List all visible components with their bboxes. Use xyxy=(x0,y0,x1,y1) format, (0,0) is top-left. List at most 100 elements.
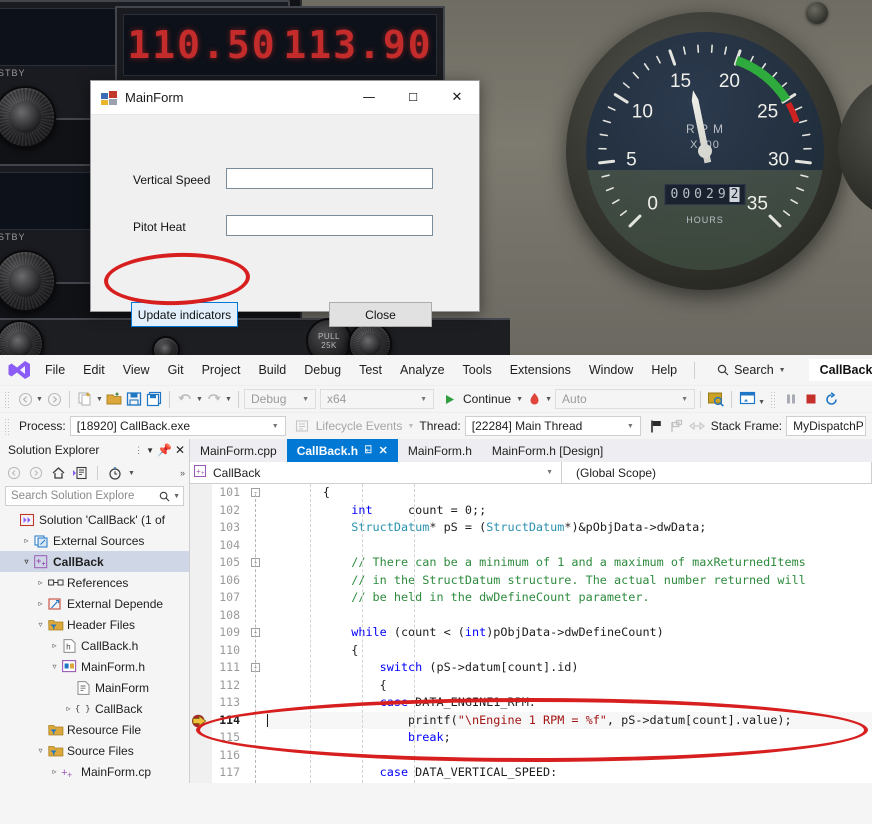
process-combo[interactable]: [18920] CallBack.exe ▼ xyxy=(70,416,286,436)
search-box[interactable]: Search ▼ xyxy=(710,360,793,380)
code-text-area[interactable]: 1011021031041051061071081091101111121131… xyxy=(190,484,872,783)
solution-explorer-tree[interactable]: Solution 'CallBack' (1 of▹External Sourc… xyxy=(0,509,189,782)
tree-twisty-icon[interactable]: ▹ xyxy=(62,704,75,713)
chevron-down-icon[interactable]: ▼ xyxy=(146,446,154,455)
editor-tab-mainform-h[interactable]: MainForm.h xyxy=(398,439,482,462)
tree-item[interactable]: Resource File xyxy=(0,719,189,740)
tree-twisty-icon[interactable]: ▿ xyxy=(34,620,47,629)
tree-twisty-icon[interactable]: ▹ xyxy=(34,599,47,608)
menu-project[interactable]: Project xyxy=(193,359,250,381)
editor-gutter[interactable] xyxy=(190,484,212,783)
code-line[interactable]: StructDatum* pS = (StructDatum*)&pObjDat… xyxy=(266,519,872,537)
pin-icon[interactable]: 📌 xyxy=(157,443,172,457)
layout-dropdown-caret[interactable]: ▼ xyxy=(757,390,766,408)
redo-icon[interactable] xyxy=(204,389,224,409)
pending-changes-icon[interactable] xyxy=(105,464,125,483)
process-target-combo[interactable]: Auto ▼ xyxy=(555,389,695,409)
menu-extensions[interactable]: Extensions xyxy=(501,359,580,381)
tree-item[interactable]: ▿Header Files xyxy=(0,614,189,635)
update-indicators-button[interactable]: Update indicators xyxy=(131,302,238,327)
code-line[interactable]: // There can be a minimum of 1 and a max… xyxy=(266,554,872,572)
code-line[interactable]: // be held in the dwDefineCount paramete… xyxy=(266,589,872,607)
toolbar-grip[interactable] xyxy=(4,418,11,435)
menu-debug[interactable]: Debug xyxy=(295,359,350,381)
flag-icon[interactable] xyxy=(647,416,667,436)
redo-dropdown-caret[interactable]: ▼ xyxy=(224,390,233,408)
navbar-project-combo[interactable]: ++ CallBack ▼ xyxy=(190,462,562,483)
overflow-chevron-icon[interactable]: » xyxy=(180,468,185,478)
back-icon[interactable] xyxy=(4,464,24,483)
code-line[interactable]: int count = 0;; xyxy=(266,502,872,520)
code-line[interactable]: case DATA_ENGINE1_RPM: xyxy=(266,694,872,712)
close-icon[interactable]: ✕ xyxy=(379,444,388,457)
navigate-back-icon[interactable] xyxy=(15,389,35,409)
menu-file[interactable]: File xyxy=(36,359,74,381)
chevron-down-icon[interactable]: ▼ xyxy=(127,464,136,482)
menu-test[interactable]: Test xyxy=(350,359,391,381)
code-line[interactable]: while (count < (int)pObjData->dwDefineCo… xyxy=(266,624,872,642)
menu-tools[interactable]: Tools xyxy=(454,359,501,381)
tree-item[interactable]: ▹References xyxy=(0,572,189,593)
tree-item[interactable]: ▹{ }CallBack xyxy=(0,698,189,719)
code-line[interactable]: { xyxy=(266,677,872,695)
code-line[interactable]: { xyxy=(266,642,872,660)
code-lines[interactable]: { int count = 0;; StructDatum* pS = (Str… xyxy=(266,484,872,783)
home-icon[interactable] xyxy=(48,464,68,483)
continue-dropdown-caret[interactable]: ▼ xyxy=(515,390,524,408)
tree-item[interactable]: ▹++MainForm.cp xyxy=(0,761,189,782)
menu-git[interactable]: Git xyxy=(159,359,193,381)
code-line[interactable]: break; xyxy=(266,729,872,747)
code-folding-column[interactable]: ---- xyxy=(246,484,266,783)
code-line[interactable]: case DATA_VERTICAL_SPEED: xyxy=(266,764,872,782)
code-line[interactable]: switch (pS->datum[count].id) xyxy=(266,659,872,677)
mainform-dialog[interactable]: MainForm — ☐ ✕ Vertical Speed Pitot Heat… xyxy=(90,80,480,312)
vertical-speed-input[interactable] xyxy=(226,168,433,189)
tree-item-selected[interactable]: ▿++CallBack xyxy=(0,551,189,572)
new-item-icon[interactable] xyxy=(75,389,95,409)
tree-item[interactable]: MainForm xyxy=(0,677,189,698)
mainform-titlebar[interactable]: MainForm — ☐ ✕ xyxy=(91,81,479,115)
tree-item[interactable]: ▹External Sources xyxy=(0,530,189,551)
close-button[interactable]: ✕ xyxy=(435,81,479,114)
menu-window[interactable]: Window xyxy=(580,359,642,381)
solution-explorer-search[interactable]: Search Solution Explore ▼ xyxy=(5,486,184,506)
tree-twisty-icon[interactable]: ▿ xyxy=(48,662,61,671)
close-dialog-button[interactable]: Close xyxy=(329,302,432,327)
toolbar-grip[interactable] xyxy=(770,391,777,408)
tree-item[interactable]: ▹External Depende xyxy=(0,593,189,614)
menu-build[interactable]: Build xyxy=(249,359,295,381)
code-line[interactable]: printf("\nEngine 1 RPM = %f", pS->datum[… xyxy=(266,712,872,730)
stack-frame-combo[interactable]: MyDispatchP xyxy=(786,416,866,436)
new-item-dropdown-caret[interactable]: ▼ xyxy=(95,390,104,408)
tree-item[interactable]: ▿Source Files xyxy=(0,740,189,761)
save-all-icon[interactable] xyxy=(144,389,164,409)
restart-icon[interactable] xyxy=(821,389,841,409)
overflow-dots-icon[interactable]: ⋮ xyxy=(134,445,143,456)
window-layout-icon[interactable] xyxy=(737,389,757,409)
solution-platform-combo[interactable]: x64 ▼ xyxy=(320,389,434,409)
continue-label[interactable]: Continue xyxy=(459,392,515,406)
tree-twisty-icon[interactable]: ▹ xyxy=(48,767,61,776)
navigate-forward-icon[interactable] xyxy=(44,389,64,409)
undo-dropdown-caret[interactable]: ▼ xyxy=(195,390,204,408)
code-line[interactable] xyxy=(266,537,872,555)
sync-with-active-doc-icon[interactable] xyxy=(70,464,90,483)
tree-twisty-icon[interactable]: ▿ xyxy=(20,557,33,566)
forward-icon[interactable] xyxy=(26,464,46,483)
code-line[interactable]: printf("\nVertical speed = %f", pS->datu… xyxy=(266,782,872,784)
tree-item[interactable]: ▿MainForm.h xyxy=(0,656,189,677)
tree-twisty-icon[interactable]: ▿ xyxy=(34,746,47,755)
menu-view[interactable]: View xyxy=(114,359,159,381)
play-icon[interactable] xyxy=(439,389,459,409)
menu-help[interactable]: Help xyxy=(642,359,686,381)
minimize-button[interactable]: — xyxy=(347,81,391,114)
save-icon[interactable] xyxy=(124,389,144,409)
tree-item[interactable]: ▹hCallBack.h xyxy=(0,635,189,656)
pitot-heat-input[interactable] xyxy=(226,215,433,236)
tree-item[interactable]: Solution 'CallBack' (1 of xyxy=(0,509,189,530)
close-icon[interactable]: ✕ xyxy=(175,443,185,457)
open-file-icon[interactable] xyxy=(104,389,124,409)
menu-edit[interactable]: Edit xyxy=(74,359,114,381)
thread-combo[interactable]: [22284] Main Thread ▼ xyxy=(465,416,641,436)
editor-tab-mainform-h-design[interactable]: MainForm.h [Design] xyxy=(482,439,613,462)
